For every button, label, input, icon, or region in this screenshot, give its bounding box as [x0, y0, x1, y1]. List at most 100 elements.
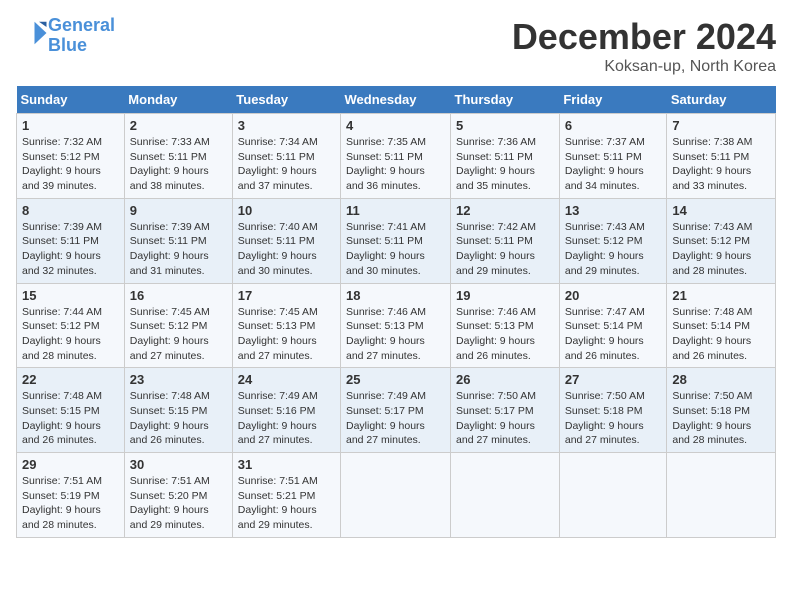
- weekday-header-saturday: Saturday: [667, 86, 776, 114]
- day-number: 5: [456, 118, 554, 133]
- day-detail: Sunrise: 7:46 AMSunset: 5:13 PMDaylight:…: [346, 305, 445, 364]
- calendar-cell: 13Sunrise: 7:43 AMSunset: 5:12 PMDayligh…: [559, 198, 667, 283]
- calendar-cell: 4Sunrise: 7:35 AMSunset: 5:11 PMDaylight…: [341, 114, 451, 199]
- day-number: 29: [22, 457, 119, 472]
- day-number: 21: [672, 288, 770, 303]
- calendar-cell: 30Sunrise: 7:51 AMSunset: 5:20 PMDayligh…: [124, 453, 232, 538]
- weekday-header-tuesday: Tuesday: [232, 86, 340, 114]
- calendar-cell: [341, 453, 451, 538]
- day-detail: Sunrise: 7:51 AMSunset: 5:19 PMDaylight:…: [22, 474, 119, 533]
- weekday-header-row: SundayMondayTuesdayWednesdayThursdayFrid…: [17, 86, 776, 114]
- day-detail: Sunrise: 7:39 AMSunset: 5:11 PMDaylight:…: [130, 220, 227, 279]
- calendar-cell: 21 Sunrise: 7:48 AMSunset: 5:14 PMDayligh…: [667, 283, 776, 368]
- day-detail: Sunrise: 7:49 AMSunset: 5:16 PMDaylight:…: [238, 389, 335, 448]
- weekday-header-thursday: Thursday: [451, 86, 560, 114]
- calendar-cell: 20 Sunrise: 7:47 AMSunset: 5:14 PMDayligh…: [559, 283, 667, 368]
- calendar-cell: 27 Sunrise: 7:50 AMSunset: 5:18 PMDayligh…: [559, 368, 667, 453]
- day-detail: Sunrise: 7:50 AMSunset: 5:17 PMDaylight:…: [456, 389, 554, 448]
- month-title: December 2024: [512, 16, 776, 58]
- day-detail: Sunrise: 7:48 AMSunset: 5:15 PMDaylight:…: [22, 389, 119, 448]
- day-detail: Sunrise: 7:48 AMSunset: 5:14 PMDaylight:…: [672, 305, 770, 364]
- page-header: General Blue December 2024 Koksan-up, No…: [16, 16, 776, 76]
- day-number: 2: [130, 118, 227, 133]
- day-number: 27: [565, 372, 662, 387]
- day-detail: Sunrise: 7:36 AMSunset: 5:11 PMDaylight:…: [456, 135, 554, 194]
- calendar-cell: 15Sunrise: 7:44 AMSunset: 5:12 PMDayligh…: [17, 283, 125, 368]
- calendar-table: SundayMondayTuesdayWednesdayThursdayFrid…: [16, 86, 776, 538]
- calendar-cell: 10Sunrise: 7:40 AMSunset: 5:11 PMDayligh…: [232, 198, 340, 283]
- logo: General Blue: [16, 16, 115, 56]
- day-detail: Sunrise: 7:43 AMSunset: 5:12 PMDaylight:…: [672, 220, 770, 279]
- day-number: 22: [22, 372, 119, 387]
- calendar-cell: 3 Sunrise: 7:34 AMSunset: 5:11 PMDaylight…: [232, 114, 340, 199]
- calendar-cell: 24 Sunrise: 7:49 AMSunset: 5:16 PMDayligh…: [232, 368, 340, 453]
- day-detail: Sunrise: 7:41 AMSunset: 5:11 PMDaylight:…: [346, 220, 445, 279]
- day-number: 10: [238, 203, 335, 218]
- day-number: 28: [672, 372, 770, 387]
- day-number: 19: [456, 288, 554, 303]
- day-number: 7: [672, 118, 770, 133]
- day-detail: Sunrise: 7:43 AMSunset: 5:12 PMDaylight:…: [565, 220, 662, 279]
- day-detail: Sunrise: 7:49 AMSunset: 5:17 PMDaylight:…: [346, 389, 445, 448]
- day-number: 11: [346, 203, 445, 218]
- day-detail: Sunrise: 7:50 AMSunset: 5:18 PMDaylight:…: [672, 389, 770, 448]
- day-detail: Sunrise: 7:33 AMSunset: 5:11 PMDaylight:…: [130, 135, 227, 194]
- logo-icon: [18, 18, 48, 48]
- day-number: 9: [130, 203, 227, 218]
- calendar-cell: 12Sunrise: 7:42 AMSunset: 5:11 PMDayligh…: [451, 198, 560, 283]
- day-number: 8: [22, 203, 119, 218]
- day-number: 24: [238, 372, 335, 387]
- day-detail: Sunrise: 7:45 AMSunset: 5:13 PMDaylight:…: [238, 305, 335, 364]
- calendar-cell: 18 Sunrise: 7:46 AMSunset: 5:13 PMDayligh…: [341, 283, 451, 368]
- calendar-cell: 19Sunrise: 7:46 AMSunset: 5:13 PMDayligh…: [451, 283, 560, 368]
- calendar-cell: 5 Sunrise: 7:36 AMSunset: 5:11 PMDaylight…: [451, 114, 560, 199]
- day-number: 25: [346, 372, 445, 387]
- calendar-cell: 2 Sunrise: 7:33 AMSunset: 5:11 PMDaylight…: [124, 114, 232, 199]
- day-detail: Sunrise: 7:51 AMSunset: 5:21 PMDaylight:…: [238, 474, 335, 533]
- weekday-header-wednesday: Wednesday: [341, 86, 451, 114]
- calendar-cell: 25 Sunrise: 7:49 AMSunset: 5:17 PMDayligh…: [341, 368, 451, 453]
- day-number: 14: [672, 203, 770, 218]
- calendar-cell: 17 Sunrise: 7:45 AMSunset: 5:13 PMDayligh…: [232, 283, 340, 368]
- calendar-week-row: 22 Sunrise: 7:48 AMSunset: 5:15 PMDayligh…: [17, 368, 776, 453]
- logo-text: General Blue: [48, 16, 115, 56]
- day-detail: Sunrise: 7:51 AMSunset: 5:20 PMDaylight:…: [130, 474, 227, 533]
- day-detail: Sunrise: 7:37 AMSunset: 5:11 PMDaylight:…: [565, 135, 662, 194]
- calendar-cell: 1 Sunrise: 7:32 AMSunset: 5:12 PMDaylight…: [17, 114, 125, 199]
- day-detail: Sunrise: 7:34 AMSunset: 5:11 PMDaylight:…: [238, 135, 335, 194]
- day-detail: Sunrise: 7:32 AMSunset: 5:12 PMDaylight:…: [22, 135, 119, 194]
- calendar-cell: [451, 453, 560, 538]
- day-detail: Sunrise: 7:45 AMSunset: 5:12 PMDaylight:…: [130, 305, 227, 364]
- calendar-cell: [559, 453, 667, 538]
- calendar-cell: 8 Sunrise: 7:39 AMSunset: 5:11 PMDaylight…: [17, 198, 125, 283]
- weekday-header-friday: Friday: [559, 86, 667, 114]
- day-detail: Sunrise: 7:47 AMSunset: 5:14 PMDaylight:…: [565, 305, 662, 364]
- calendar-week-row: 29 Sunrise: 7:51 AMSunset: 5:19 PMDayligh…: [17, 453, 776, 538]
- calendar-week-row: 8 Sunrise: 7:39 AMSunset: 5:11 PMDaylight…: [17, 198, 776, 283]
- day-number: 17: [238, 288, 335, 303]
- day-number: 20: [565, 288, 662, 303]
- calendar-cell: 7Sunrise: 7:38 AMSunset: 5:11 PMDaylight…: [667, 114, 776, 199]
- calendar-cell: 16Sunrise: 7:45 AMSunset: 5:12 PMDayligh…: [124, 283, 232, 368]
- day-number: 23: [130, 372, 227, 387]
- day-detail: Sunrise: 7:39 AMSunset: 5:11 PMDaylight:…: [22, 220, 119, 279]
- day-number: 1: [22, 118, 119, 133]
- day-detail: Sunrise: 7:35 AMSunset: 5:11 PMDaylight:…: [346, 135, 445, 194]
- day-detail: Sunrise: 7:48 AMSunset: 5:15 PMDaylight:…: [130, 389, 227, 448]
- day-number: 18: [346, 288, 445, 303]
- weekday-header-monday: Monday: [124, 86, 232, 114]
- calendar-cell: 11 Sunrise: 7:41 AMSunset: 5:11 PMDayligh…: [341, 198, 451, 283]
- title-block: December 2024 Koksan-up, North Korea: [512, 16, 776, 76]
- calendar-cell: 26 Sunrise: 7:50 AMSunset: 5:17 PMDayligh…: [451, 368, 560, 453]
- day-number: 26: [456, 372, 554, 387]
- calendar-week-row: 15Sunrise: 7:44 AMSunset: 5:12 PMDayligh…: [17, 283, 776, 368]
- calendar-cell: [667, 453, 776, 538]
- day-detail: Sunrise: 7:44 AMSunset: 5:12 PMDaylight:…: [22, 305, 119, 364]
- day-number: 12: [456, 203, 554, 218]
- location-subtitle: Koksan-up, North Korea: [512, 58, 776, 76]
- day-number: 31: [238, 457, 335, 472]
- day-detail: Sunrise: 7:50 AMSunset: 5:18 PMDaylight:…: [565, 389, 662, 448]
- day-number: 3: [238, 118, 335, 133]
- calendar-cell: 23 Sunrise: 7:48 AMSunset: 5:15 PMDayligh…: [124, 368, 232, 453]
- calendar-cell: 29 Sunrise: 7:51 AMSunset: 5:19 PMDayligh…: [17, 453, 125, 538]
